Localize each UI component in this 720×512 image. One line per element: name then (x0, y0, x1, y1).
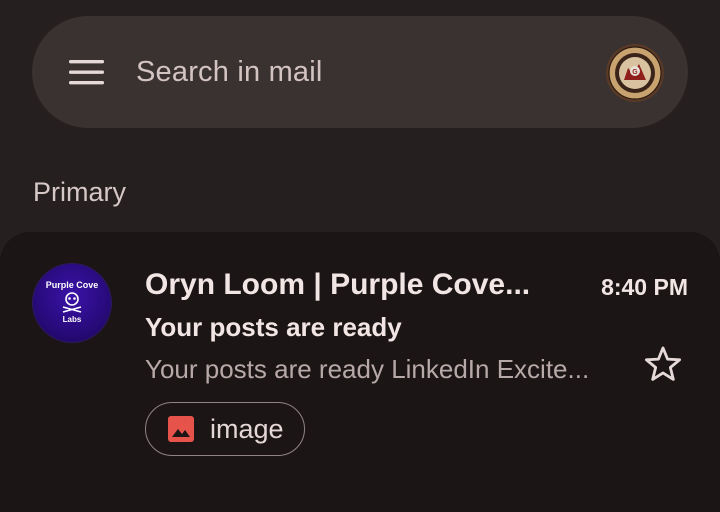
skull-crossbones-icon (62, 292, 82, 313)
email-list-item[interactable]: Purple Cove Labs Oryn Loom | Purple Cove… (0, 232, 720, 512)
email-snippet: Your posts are ready LinkedIn Excite... (145, 354, 590, 384)
image-icon (168, 416, 194, 442)
hamburger-menu-icon[interactable] (68, 56, 106, 88)
sender-avatar-top-text: Purple Cove (45, 280, 99, 290)
attachment-chip[interactable]: image (145, 402, 305, 456)
account-avatar[interactable]: G (606, 44, 664, 102)
search-input[interactable]: Search in mail (136, 52, 323, 92)
svg-text:G: G (632, 69, 638, 76)
email-subject: Your posts are ready (145, 312, 402, 342)
star-icon[interactable] (642, 343, 684, 385)
avatar-emblem-icon: G (606, 44, 664, 102)
sender-avatar[interactable]: Purple Cove Labs (33, 264, 111, 342)
sender-name: Oryn Loom | Purple Cove... (145, 268, 531, 301)
section-label-primary: Primary (33, 177, 126, 207)
attachment-label: image (210, 414, 284, 444)
email-time: 8:40 PM (601, 274, 688, 300)
sender-avatar-bottom-text: Labs (62, 315, 82, 324)
search-bar[interactable]: Search in mail G (32, 16, 688, 128)
